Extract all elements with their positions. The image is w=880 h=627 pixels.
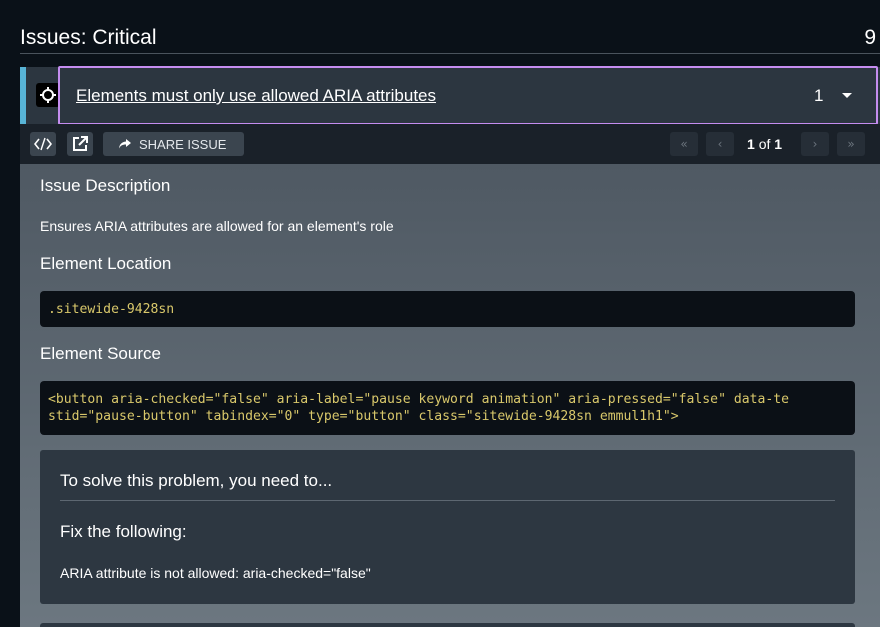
fix-card: To solve this problem, you need to... Fi… [40, 450, 855, 604]
section-header: Issues: Critical 9 [20, 26, 880, 54]
pager-current: 1 [747, 136, 755, 152]
source-heading: Element Source [40, 344, 161, 363]
issue-details: Issue Description Ensures ARIA attribute… [20, 164, 880, 627]
pager-status: 1 of 1 [747, 136, 782, 152]
double-chevron-right-icon: » [847, 137, 855, 151]
element-location-code: .sitewide-9428sn [48, 302, 175, 317]
issue-total-count: 9 [864, 26, 876, 49]
share-issue-button[interactable]: SHARE ISSUE [103, 132, 244, 156]
fix-title: To solve this problem, you need to... [60, 471, 333, 490]
next-page-button[interactable]: › [801, 132, 829, 156]
pager-of: of [758, 136, 771, 152]
locate-element-button[interactable] [36, 83, 60, 107]
code-glyph [34, 137, 52, 151]
description-text: Ensures ARIA attributes are allowed for … [40, 218, 394, 234]
first-page-button[interactable]: « [670, 132, 698, 156]
location-heading: Element Location [40, 254, 172, 273]
divider [60, 500, 835, 501]
fix-message: ARIA attribute is not allowed: aria-chec… [60, 565, 371, 581]
share-issue-label: SHARE ISSUE [139, 136, 227, 152]
element-source-line: stid="pause-button" tabindex="0" type="b… [48, 409, 679, 424]
prev-page-button[interactable]: ‹ [706, 132, 734, 156]
code-icon[interactable] [30, 132, 56, 156]
issue-count: 1 [814, 86, 824, 105]
double-chevron-left-icon: « [680, 137, 688, 151]
chevron-down-icon[interactable] [842, 93, 852, 98]
chevron-left-icon: ‹ [717, 137, 723, 151]
share-arrow-icon [119, 139, 131, 149]
issue-title-link[interactable]: Elements must only use allowed ARIA attr… [76, 86, 436, 106]
pager-total: 1 [774, 136, 783, 152]
element-source-box[interactable]: <button aria-checked="false" aria-label=… [40, 381, 855, 435]
external-link-glyph [73, 136, 88, 151]
last-page-button[interactable]: » [837, 132, 865, 156]
fix-subtitle: Fix the following: [60, 522, 187, 541]
issue-toolbar: SHARE ISSUE « ‹ 1 of 1 › » [20, 124, 880, 164]
crosshair-icon [40, 87, 56, 103]
element-location-box[interactable]: .sitewide-9428sn [40, 291, 855, 327]
section-title: Issues: Critical [20, 26, 157, 49]
description-heading: Issue Description [40, 176, 171, 195]
external-link-icon[interactable] [67, 132, 93, 156]
element-source-line: <button aria-checked="false" aria-label=… [48, 392, 790, 407]
next-card [40, 623, 855, 627]
chevron-right-icon: › [812, 137, 818, 151]
